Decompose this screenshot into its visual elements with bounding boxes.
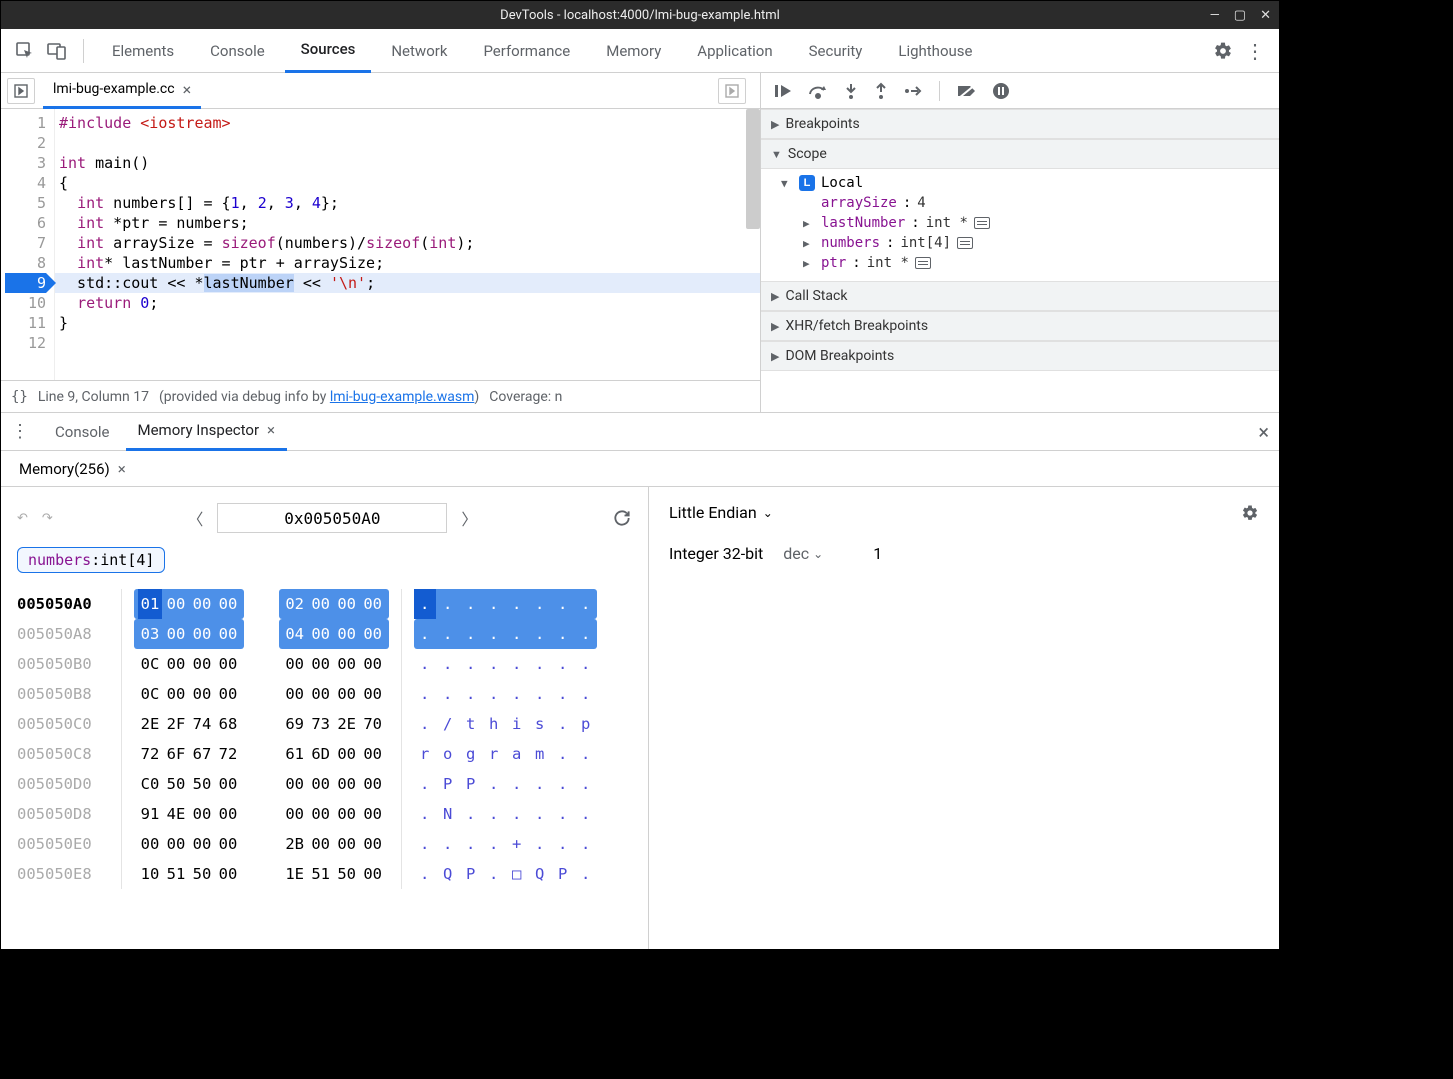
braces-icon[interactable]: {} bbox=[11, 389, 28, 405]
hex-row[interactable]: 005050A001000000 02000000........ bbox=[17, 589, 632, 619]
code-line[interactable]: #include <iostream> bbox=[55, 113, 760, 133]
memory-nav: ↶ ↷ 〈 〉 bbox=[17, 503, 632, 533]
next-page-icon[interactable]: 〉 bbox=[461, 506, 477, 530]
window-title: DevTools - localhost:4000/lmi-bug-exampl… bbox=[500, 8, 780, 23]
dom-section[interactable]: ▶DOM Breakpoints bbox=[761, 341, 1279, 371]
memory-icon[interactable] bbox=[974, 217, 990, 229]
drawer-tabs: ⋮ Console Memory Inspector× × bbox=[1, 413, 1279, 451]
memory-tabs: Memory(256) × bbox=[1, 451, 1279, 487]
coverage-label: Coverage: n bbox=[489, 389, 562, 405]
step-over-icon[interactable] bbox=[807, 82, 829, 100]
step-icon[interactable] bbox=[903, 84, 923, 98]
scope-variable[interactable]: ▶lastNumber: int * bbox=[761, 213, 1279, 233]
breakpoints-section[interactable]: ▶Breakpoints bbox=[761, 109, 1279, 139]
hex-row[interactable]: 005050D0C0505000 00000000.PP..... bbox=[17, 769, 632, 799]
code-line[interactable]: { bbox=[55, 173, 760, 193]
device-toggle-icon[interactable] bbox=[43, 37, 71, 65]
endian-select[interactable]: Little Endian⌄ bbox=[669, 503, 773, 522]
int-type-label: Integer 32-bit bbox=[669, 544, 763, 563]
file-tab[interactable]: lmi-bug-example.cc × bbox=[43, 73, 201, 109]
code-editor[interactable]: 123456789101112 #include <iostream> int … bbox=[1, 109, 760, 380]
callstack-section[interactable]: ▶Call Stack bbox=[761, 281, 1279, 311]
tab-network[interactable]: Network bbox=[375, 29, 463, 73]
scope-variable[interactable]: arraySize: 4 bbox=[761, 193, 1279, 213]
file-tab-close-icon[interactable]: × bbox=[183, 80, 192, 99]
tab-console[interactable]: Console bbox=[194, 29, 281, 73]
pause-exceptions-icon[interactable] bbox=[992, 82, 1010, 100]
run-snippet-icon[interactable] bbox=[718, 78, 746, 104]
memory-icon[interactable] bbox=[957, 237, 973, 249]
tab-performance[interactable]: Performance bbox=[467, 29, 586, 73]
more-icon[interactable]: ⋮ bbox=[1241, 37, 1269, 65]
refresh-icon[interactable] bbox=[612, 508, 632, 528]
step-into-icon[interactable] bbox=[843, 82, 859, 100]
address-input[interactable] bbox=[217, 503, 447, 533]
redo-icon[interactable]: ↷ bbox=[42, 511, 53, 526]
code-line[interactable]: std::cout << *lastNumber << '\n'; bbox=[55, 273, 760, 293]
tab-security[interactable]: Security bbox=[793, 29, 879, 73]
tab-lighthouse[interactable]: Lighthouse bbox=[882, 29, 988, 73]
scope-local[interactable]: ▼LLocal bbox=[761, 173, 1279, 193]
status-bar: {} Line 9, Column 17 (provided via debug… bbox=[1, 380, 760, 412]
code-line[interactable]: int arraySize = sizeof(numbers)/sizeof(i… bbox=[55, 233, 760, 253]
code-line[interactable]: } bbox=[55, 313, 760, 333]
int-value: 1 bbox=[873, 544, 882, 563]
code-line[interactable]: int* lastNumber = ptr + arraySize; bbox=[55, 253, 760, 273]
hex-row[interactable]: 005050C8726F6772 616D0000rogram.. bbox=[17, 739, 632, 769]
drawer-close-icon[interactable]: × bbox=[1258, 420, 1269, 444]
scope-variable[interactable]: ▶numbers: int[4] bbox=[761, 233, 1279, 253]
scope-section[interactable]: ▼Scope bbox=[761, 139, 1279, 169]
close-icon[interactable]: × bbox=[118, 460, 126, 478]
inspect-icon[interactable] bbox=[11, 37, 39, 65]
hex-row[interactable]: 005050E810515000 1E515000.QP.□QP. bbox=[17, 859, 632, 889]
code-line[interactable]: int numbers[] = {1, 2, 3, 4}; bbox=[55, 193, 760, 213]
code-line[interactable] bbox=[55, 133, 760, 153]
drawer-tab-memory-inspector[interactable]: Memory Inspector× bbox=[126, 413, 288, 451]
wasm-link[interactable]: lmi-bug-example.wasm bbox=[330, 389, 475, 405]
hex-row[interactable]: 005050B00C000000 00000000........ bbox=[17, 649, 632, 679]
undo-icon[interactable]: ↶ bbox=[17, 511, 28, 526]
step-out-icon[interactable] bbox=[873, 82, 889, 100]
code-line[interactable]: int *ptr = numbers; bbox=[55, 213, 760, 233]
hex-row[interactable]: 005050E000000000 2B000000....+... bbox=[17, 829, 632, 859]
close-icon[interactable]: × bbox=[267, 421, 275, 439]
drawer-menu-icon[interactable]: ⋮ bbox=[11, 421, 29, 442]
hex-row[interactable]: 005050D8914E0000 00000000.N...... bbox=[17, 799, 632, 829]
code-line[interactable]: return 0; bbox=[55, 293, 760, 313]
minimize-button[interactable]: — bbox=[1210, 8, 1220, 23]
file-tabs: lmi-bug-example.cc × bbox=[1, 73, 760, 109]
close-button[interactable]: ✕ bbox=[1260, 8, 1271, 23]
maximize-button[interactable]: ▢ bbox=[1234, 8, 1246, 23]
tab-application[interactable]: Application bbox=[681, 29, 788, 73]
debugger-toolbar bbox=[761, 73, 1279, 109]
memory-tab[interactable]: Memory(256) × bbox=[11, 451, 134, 487]
prev-page-icon[interactable]: 〈 bbox=[187, 506, 203, 530]
tab-sources[interactable]: Sources bbox=[285, 29, 372, 73]
titlebar: DevTools - localhost:4000/lmi-bug-exampl… bbox=[1, 1, 1279, 29]
deactivate-breakpoints-icon[interactable] bbox=[956, 83, 978, 99]
hex-table[interactable]: 005050A001000000 02000000........005050A… bbox=[17, 589, 632, 889]
tab-memory[interactable]: Memory bbox=[590, 29, 677, 73]
drawer-tab-console[interactable]: Console bbox=[43, 413, 122, 451]
format-select[interactable]: dec⌄ bbox=[783, 544, 823, 563]
resume-icon[interactable] bbox=[773, 82, 793, 100]
navigator-toggle-icon[interactable] bbox=[7, 78, 35, 104]
tab-elements[interactable]: Elements bbox=[96, 29, 190, 73]
xhr-section[interactable]: ▶XHR/fetch Breakpoints bbox=[761, 311, 1279, 341]
scrollbar-thumb[interactable] bbox=[746, 109, 760, 229]
code-line[interactable]: int main() bbox=[55, 153, 760, 173]
hex-row[interactable]: 005050A803000000 04000000........ bbox=[17, 619, 632, 649]
cursor-position: Line 9, Column 17 bbox=[38, 389, 149, 405]
scope-variable[interactable]: ▶ptr: int * bbox=[761, 253, 1279, 273]
memory-icon[interactable] bbox=[915, 257, 931, 269]
hex-row[interactable]: 005050B80C000000 00000000........ bbox=[17, 679, 632, 709]
settings-icon[interactable] bbox=[1241, 504, 1259, 522]
variable-chip[interactable]: numbers: int[4] bbox=[17, 547, 165, 573]
hex-row[interactable]: 005050C02E2F7468 69732E70./this.p bbox=[17, 709, 632, 739]
settings-icon[interactable] bbox=[1209, 37, 1237, 65]
main-toolbar: ElementsConsoleSourcesNetworkPerformance… bbox=[1, 29, 1279, 73]
file-tab-name: lmi-bug-example.cc bbox=[53, 81, 175, 97]
divider bbox=[83, 39, 84, 63]
code-line[interactable] bbox=[55, 333, 760, 353]
